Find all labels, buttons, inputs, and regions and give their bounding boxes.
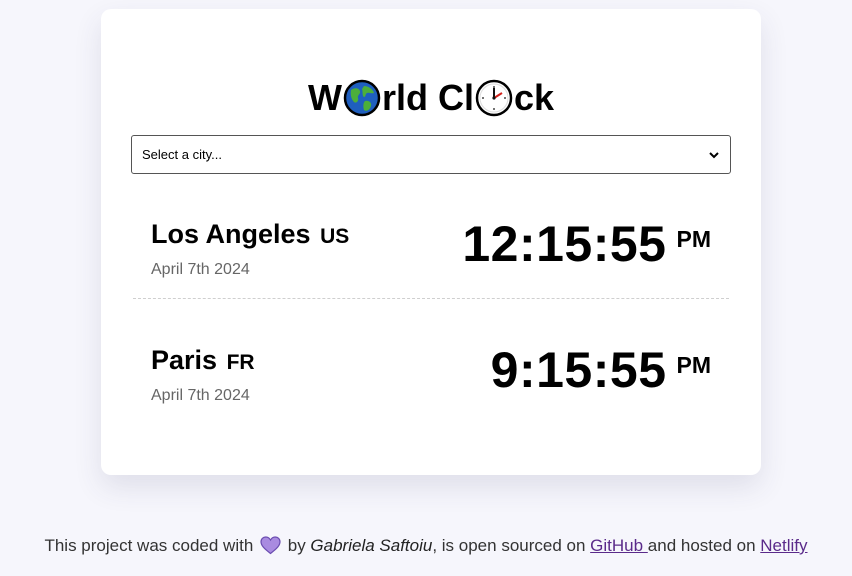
footer-text-sourced: , is open sourced on <box>432 536 591 555</box>
globe-icon <box>343 79 381 117</box>
title-part-3: ck <box>513 77 555 118</box>
github-link[interactable]: GitHub <box>590 536 648 555</box>
am-pm: PM <box>676 226 712 252</box>
chevron-down-icon <box>709 151 719 158</box>
city-row-los-angeles: Los Angeles US April 7th 2024 12:15:55 PM <box>133 187 729 299</box>
city-select[interactable]: Select a city... <box>131 135 731 174</box>
footer: This project was coded with by Gabriela … <box>0 536 852 556</box>
city-name: Los Angeles US <box>151 219 349 250</box>
country-code: FR <box>226 351 255 374</box>
footer-text-hosted: and hosted on <box>647 536 761 555</box>
city-name-text: Los Angeles <box>151 219 311 249</box>
city-select-value: Select a city... <box>142 147 222 162</box>
city-time: 12:15:55 PM <box>462 215 711 273</box>
title-part-2: rld Cl <box>381 77 474 118</box>
am-pm: PM <box>676 352 712 378</box>
city-date: April 7th 2024 <box>151 261 250 278</box>
city-name-text: Paris <box>151 345 218 375</box>
world-clock-card: W rld Cl ck Select a city... Los Angeles… <box>101 9 761 475</box>
city-date: April 7th 2024 <box>151 387 250 404</box>
clock-icon <box>475 79 513 117</box>
time-value: 12:15:55 <box>462 216 667 272</box>
city-time: 9:15:55 PM <box>491 341 711 399</box>
time-value: 9:15:55 <box>490 342 667 398</box>
city-name: Paris FR <box>151 345 255 376</box>
footer-text-by: by <box>283 536 311 555</box>
country-code: US <box>320 225 350 248</box>
author-name: Gabriela Saftoiu <box>310 536 433 555</box>
netlify-link[interactable]: Netlify <box>760 536 807 555</box>
purple-heart-icon <box>260 536 281 555</box>
page-title: W rld Cl ck <box>101 73 761 123</box>
footer-text: This project was coded with <box>44 536 259 555</box>
title-part-1: W <box>307 77 342 118</box>
city-row-paris: Paris FR April 7th 2024 9:15:55 PM <box>133 315 729 427</box>
